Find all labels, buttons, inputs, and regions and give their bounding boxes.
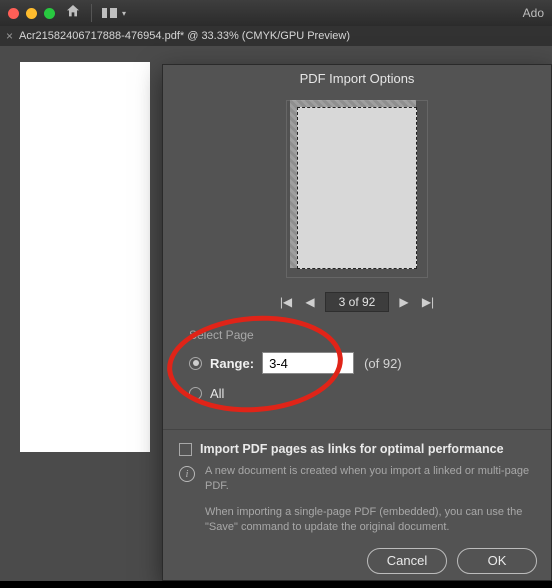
info-paragraph-2: When importing a single-page PDF (embedd…	[205, 505, 535, 536]
import-as-links-label: Import PDF pages as links for optimal pe…	[200, 442, 504, 456]
preview-pager: |◀ ◀ 3 of 92 ▶ ▶|	[163, 286, 551, 326]
all-radio-row: All	[189, 386, 525, 401]
close-tab-icon[interactable]: ×	[6, 30, 13, 42]
all-radio[interactable]	[189, 387, 202, 400]
pager-next-button[interactable]: ▶	[395, 293, 413, 311]
ok-button[interactable]: OK	[457, 548, 537, 574]
range-radio-label: Range:	[210, 356, 254, 371]
range-radio-row: Range: (of 92)	[189, 352, 525, 374]
range-radio[interactable]	[189, 357, 202, 370]
info-paragraph-1: A new document is created when you impor…	[205, 464, 535, 495]
arrange-documents-button[interactable]: ▾	[102, 8, 126, 18]
app-toolbar: ▾ Ado	[0, 0, 552, 26]
pdf-import-options-dialog: PDF Import Options |◀ ◀ 3 of 92 ▶ ▶| Sel…	[162, 64, 552, 581]
pager-last-button[interactable]: ▶|	[419, 293, 437, 311]
range-input[interactable]	[262, 352, 354, 374]
zoom-window-button[interactable]	[44, 8, 55, 19]
minimize-window-button[interactable]	[26, 8, 37, 19]
document-tab[interactable]: × Acr21582406717888-476954.pdf* @ 33.33%…	[6, 30, 350, 42]
artboard	[20, 62, 150, 452]
document-tab-title: Acr21582406717888-476954.pdf* @ 33.33% (…	[19, 30, 350, 42]
close-window-button[interactable]	[8, 8, 19, 19]
pager-first-button[interactable]: |◀	[277, 293, 295, 311]
page-preview	[286, 100, 428, 278]
import-as-links-row: Import PDF pages as links for optimal pe…	[163, 430, 551, 462]
all-radio-label: All	[210, 386, 224, 401]
toolbar-divider	[91, 4, 92, 22]
info-icon: i	[179, 466, 195, 482]
chevron-down-icon: ▾	[122, 9, 126, 18]
select-page-label: Select Page	[189, 328, 525, 342]
range-of-text: (of 92)	[364, 356, 402, 371]
preview-page-front	[297, 107, 417, 269]
import-as-links-checkbox[interactable]	[179, 443, 192, 456]
info-row: i A new document is created when you imp…	[163, 462, 551, 536]
pager-count: 3 of 92	[325, 292, 389, 312]
window-controls	[8, 8, 55, 19]
select-page-section: Select Page Range: (of 92) All	[163, 326, 551, 423]
dialog-button-row: Cancel OK	[163, 536, 551, 588]
document-tab-bar: × Acr21582406717888-476954.pdf* @ 33.33%…	[0, 26, 552, 46]
dialog-title: PDF Import Options	[163, 65, 551, 96]
cancel-button[interactable]: Cancel	[367, 548, 447, 574]
home-icon[interactable]	[65, 3, 81, 24]
app-name-fragment: Ado	[523, 6, 544, 20]
info-text: A new document is created when you impor…	[205, 464, 535, 536]
page-preview-wrap	[163, 96, 551, 286]
pager-prev-button[interactable]: ◀	[301, 293, 319, 311]
